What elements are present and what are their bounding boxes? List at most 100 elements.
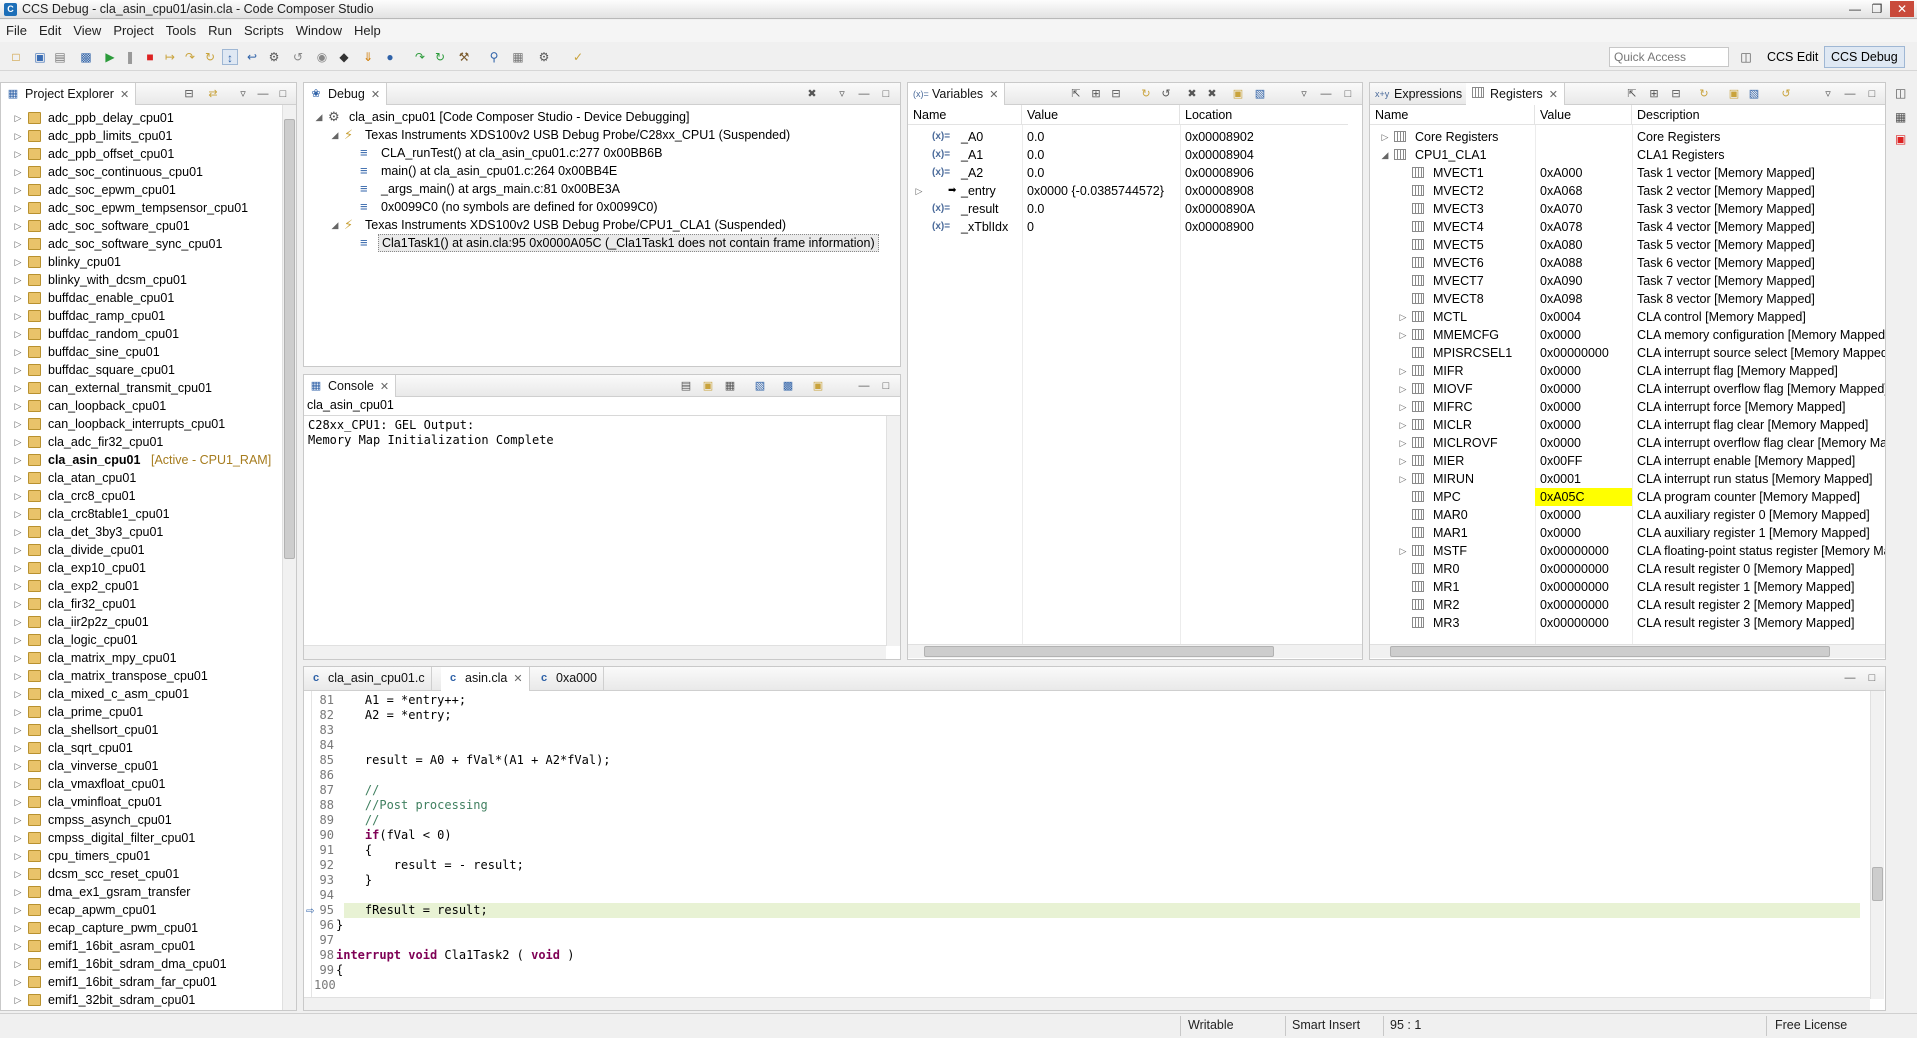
suspend-icon[interactable]: ❚	[122, 49, 138, 65]
close-icon[interactable]: ✕	[1890, 1, 1914, 17]
maximize-view-icon[interactable]: □	[1864, 86, 1880, 102]
project-item[interactable]: ▷ ecap_capture_pwm_cpu01	[1, 919, 281, 937]
code-line[interactable]: 97	[304, 933, 1860, 948]
restart-icon[interactable]: ↺	[290, 49, 306, 65]
link-editor-icon[interactable]: ⇄	[205, 86, 221, 102]
project-item[interactable]: ▷ cla_asin_cpu01 [Active - CPU1_RAM]	[1, 451, 281, 469]
remove-all-icon[interactable]: ✖	[1204, 86, 1220, 102]
pin-icon[interactable]: ✓	[570, 49, 586, 65]
expand-arrow-icon[interactable]: ▷	[13, 235, 23, 253]
debug-item[interactable]: ◢ ⚡ Texas Instruments XDS100v2 USB Debug P…	[304, 126, 900, 144]
register-row[interactable]: ▷ MMEMCFG 0x0000 CLA memory configuration […	[1370, 326, 1885, 344]
project-item[interactable]: ▷ cpu_timers_cpu01	[1, 847, 281, 865]
code-line[interactable]: 99{	[304, 963, 1860, 978]
project-item[interactable]: ▷ cla_vminfloat_cpu01	[1, 793, 281, 811]
register-value[interactable]: 0x0000	[1535, 398, 1632, 416]
tab-cla-asin-c[interactable]: c cla_asin_cpu01.c	[304, 667, 432, 691]
expand-arrow-icon[interactable]: ▷	[1398, 434, 1408, 452]
close-tab-icon[interactable]: ✕	[513, 673, 522, 685]
expand-arrow-icon[interactable]: ▷	[13, 397, 23, 415]
expand-arrow-icon[interactable]: ▷	[13, 217, 23, 235]
expand-arrow-icon[interactable]: ▷	[13, 469, 23, 487]
collapse-all-icon[interactable]: ⊟	[181, 86, 197, 102]
expand-arrow-icon[interactable]: ▷	[13, 757, 23, 775]
project-item[interactable]: ▷ buffdac_ramp_cpu01	[1, 307, 281, 325]
project-item[interactable]: ▷ cla_matrix_transpose_cpu01	[1, 667, 281, 685]
register-value[interactable]: 0x00000000	[1535, 542, 1632, 560]
project-item[interactable]: ▷ cla_sqrt_cpu01	[1, 739, 281, 757]
code-line[interactable]: 83	[304, 723, 1860, 738]
pin-console-icon[interactable]: ▧	[752, 378, 768, 394]
project-item[interactable]: ▷ cla_crc8table1_cpu01	[1, 505, 281, 523]
resume-icon[interactable]: ▶	[102, 49, 118, 65]
expand-arrow-icon[interactable]: ▷	[13, 937, 23, 955]
variable-row[interactable]: (x)= _result 0.0 0x0000890A	[908, 200, 1350, 218]
expand-arrow-icon[interactable]: ▷	[1398, 326, 1408, 344]
code-line[interactable]: 86	[304, 768, 1860, 783]
expand-arrow-icon[interactable]: ▷	[13, 199, 23, 217]
scroll-lock-icon[interactable]: ▣	[700, 378, 716, 394]
register-value[interactable]: 0x0000	[1535, 434, 1632, 452]
expand-arrow-icon[interactable]: ▷	[13, 109, 23, 127]
register-row[interactable]: ◢ CPU1_CLA1 CLA1 Registers	[1370, 146, 1885, 164]
project-item[interactable]: ▷ cla_iir2p2z_cpu01	[1, 613, 281, 631]
register-row[interactable]: MVECT5 0xA080 Task 5 vector [Memory Mapped…	[1370, 236, 1885, 254]
project-item[interactable]: ▷ emif1_32bit_sdram_cpu01	[1, 991, 281, 1009]
minimize-view-icon[interactable]: —	[856, 378, 872, 394]
expand-arrow-icon[interactable]: ▷	[13, 523, 23, 541]
col-name[interactable]: Name	[908, 105, 1022, 125]
connect-icon[interactable]: ●	[382, 49, 398, 65]
expand-arrow-icon[interactable]: ▷	[13, 289, 23, 307]
expand-arrow-icon[interactable]: ▷	[13, 649, 23, 667]
code-line[interactable]: 91 {	[304, 843, 1860, 858]
expand-arrow-icon[interactable]: ▷	[13, 343, 23, 361]
code-line[interactable]: 88 //Post processing	[304, 798, 1860, 813]
word-wrap-icon[interactable]: ▦	[722, 378, 738, 394]
project-item[interactable]: ▷ adc_soc_epwm_cpu01	[1, 181, 281, 199]
expand-arrow-icon[interactable]: ▷	[1398, 452, 1408, 470]
scrollbar-thumb[interactable]	[284, 119, 295, 559]
minimize-view-icon[interactable]: —	[1842, 670, 1858, 686]
pin-view-icon[interactable]: ▧	[1252, 86, 1268, 102]
register-value[interactable]: 0x0001	[1535, 470, 1632, 488]
expand-arrow-icon[interactable]: ▷	[13, 271, 23, 289]
debug-item[interactable]: ≡ 0x0099C0 (no symbols are defined for 0x…	[304, 198, 900, 216]
new-icon[interactable]: □	[8, 49, 24, 65]
expand-arrow-icon[interactable]: ▷	[13, 433, 23, 451]
code-line[interactable]: 98 interrupt void Cla1Task2 ( void )	[304, 948, 1860, 963]
register-row[interactable]: MPISRCSEL1 0x00000000 CLA interrupt source…	[1370, 344, 1885, 362]
display-console-icon[interactable]: ▩	[780, 378, 796, 394]
expand-arrow-icon[interactable]: ▷	[13, 865, 23, 883]
register-value[interactable]	[1535, 146, 1632, 164]
project-item[interactable]: ▷ cla_fir32_cpu01	[1, 595, 281, 613]
debug-item[interactable]: ≡ Cla1Task1() at asin.cla:95 0x0000A05C (…	[304, 234, 900, 252]
new-view-icon[interactable]: ▣	[1230, 86, 1246, 102]
variable-value[interactable]: 0.0	[1022, 164, 1180, 182]
collapse-icon[interactable]: ⊟	[1668, 86, 1684, 102]
expand-arrow-icon[interactable]: ▷	[1398, 542, 1408, 560]
register-value[interactable]: 0xA078	[1535, 218, 1632, 236]
minimize-view-icon[interactable]: —	[255, 86, 271, 102]
view-menu-icon[interactable]: ▿	[235, 86, 251, 102]
code-line[interactable]: 94	[304, 888, 1860, 903]
code-area[interactable]: 81 A1 = *entry++; 82 A2 = *entry; 83 84 85 r…	[304, 691, 1860, 999]
console-vscroll[interactable]	[886, 416, 900, 646]
expand-arrow-icon[interactable]: ▷	[13, 685, 23, 703]
maximize-view-icon[interactable]: □	[275, 86, 291, 102]
variable-value[interactable]: 0	[1022, 218, 1180, 236]
expand-arrow-icon[interactable]: ▷	[13, 145, 23, 163]
code-line[interactable]: 90 if(fVal < 0)	[304, 828, 1860, 843]
expand-arrow-icon[interactable]: ▷	[13, 919, 23, 937]
expand-arrow-icon[interactable]: ▷	[13, 559, 23, 577]
code-line[interactable]: 92 result = - result;	[304, 858, 1860, 873]
col-name[interactable]: Name	[1370, 105, 1535, 125]
expand-arrow-icon[interactable]: ▷	[13, 829, 23, 847]
project-item[interactable]: ▷ cla_crc8_cpu01	[1, 487, 281, 505]
expand-arrow-icon[interactable]: ▷	[13, 991, 23, 1009]
menu-edit[interactable]: Edit	[33, 20, 67, 42]
project-item[interactable]: ▷ cla_prime_cpu01	[1, 703, 281, 721]
minimize-view-icon[interactable]: —	[856, 86, 872, 102]
register-row[interactable]: MVECT7 0xA090 Task 7 vector [Memory Mapped…	[1370, 272, 1885, 290]
register-row[interactable]: MVECT4 0xA078 Task 4 vector [Memory Mapped…	[1370, 218, 1885, 236]
register-row[interactable]: MPC 0xA05C CLA program counter [Memory Map…	[1370, 488, 1885, 506]
